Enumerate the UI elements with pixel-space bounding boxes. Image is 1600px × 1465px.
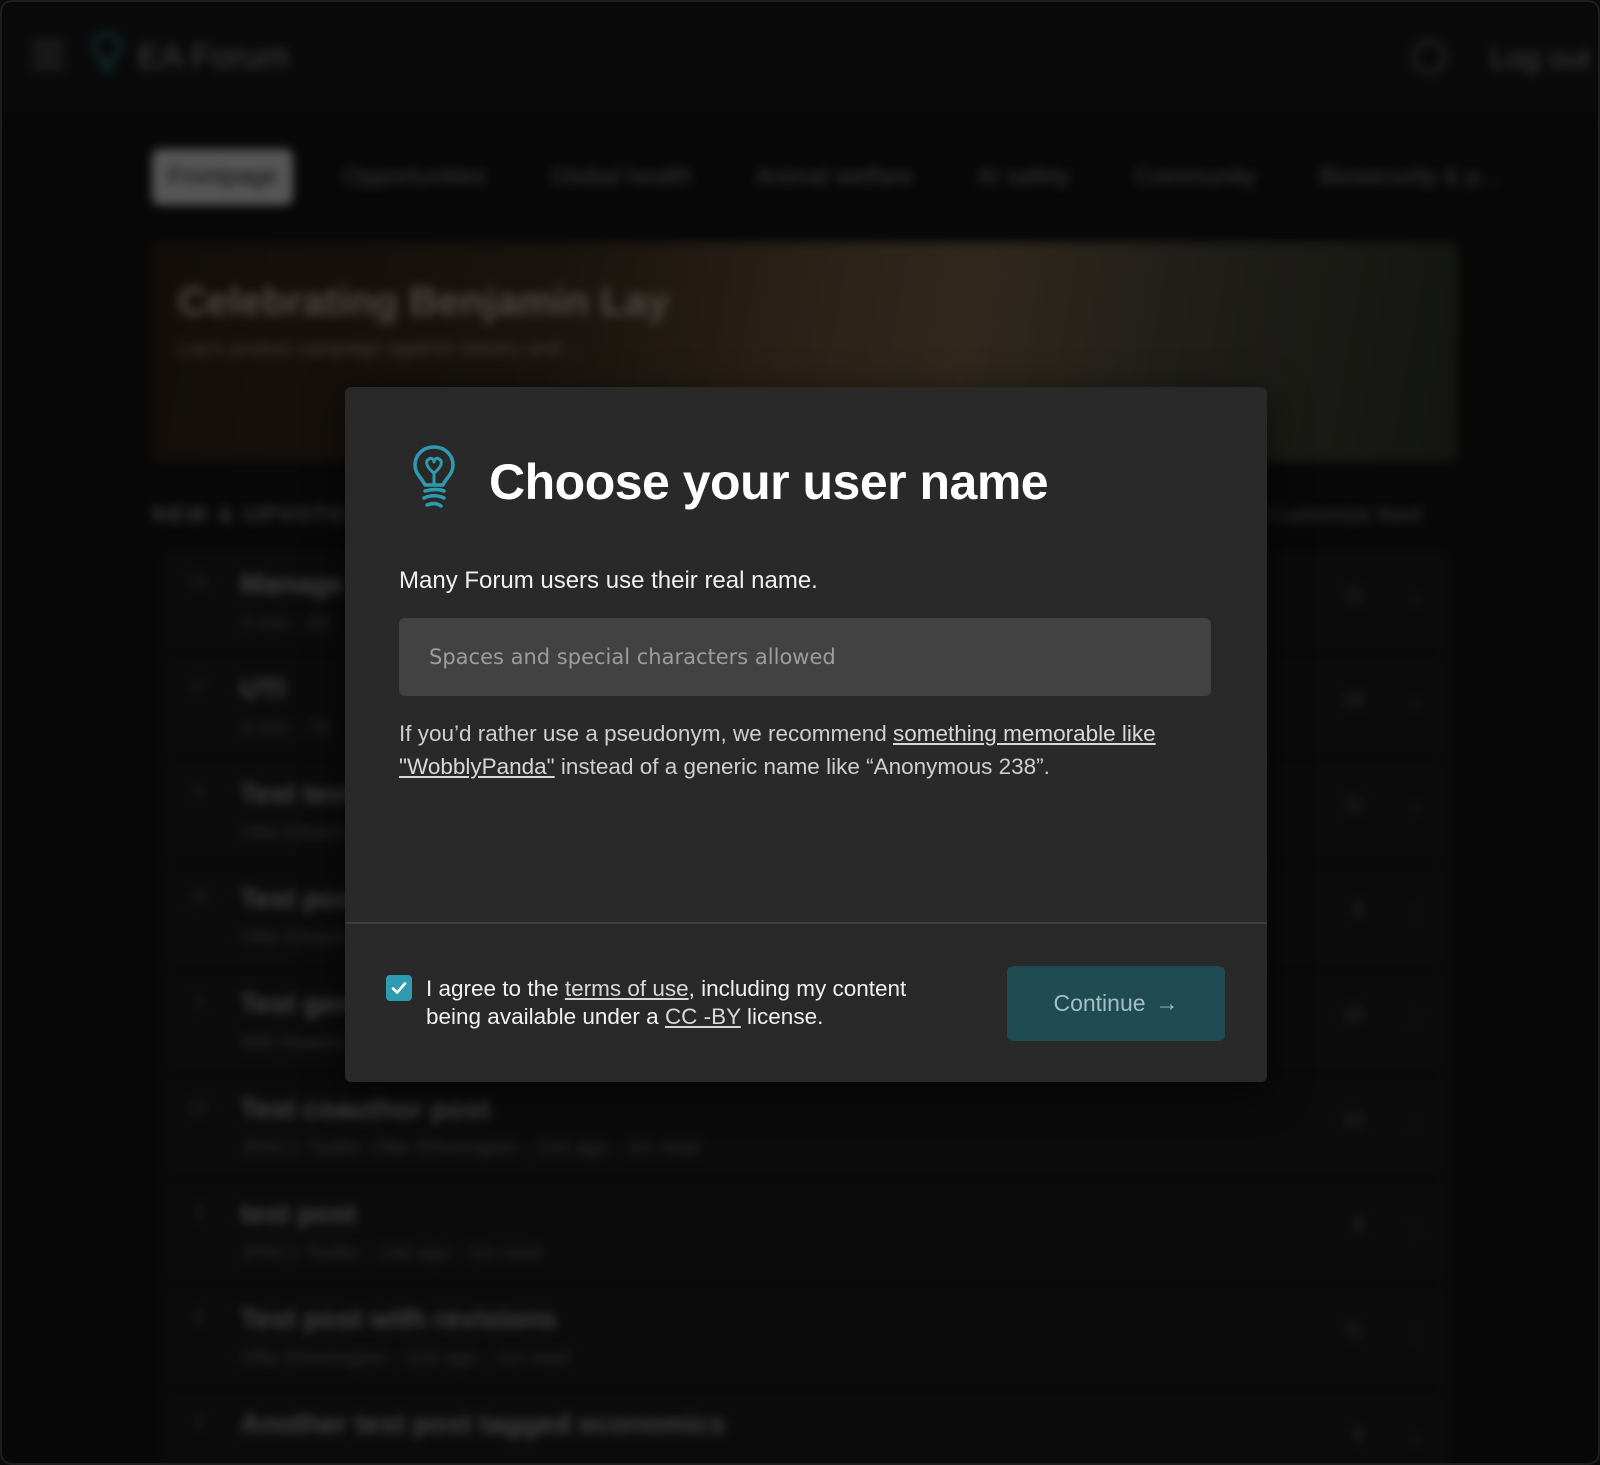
lightbulb-heart-icon [413,445,455,508]
continue-button[interactable]: Continue → [1007,966,1225,1041]
hint-suffix: instead of a generic name like “Anonymou… [554,754,1050,779]
checkmark-icon [391,982,407,994]
continue-label: Continue [1053,990,1146,1016]
dialog-subtitle: Many Forum users use their real name. [399,567,818,594]
username-dialog: Choose your user name Many Forum users u… [345,387,1267,1082]
dialog-title: Choose your user name [489,454,1049,510]
terms-checkbox[interactable] [386,975,412,1001]
terms-agreement: I agree to the terms of use, including m… [426,975,966,1031]
terms-of-use-link[interactable]: terms of use [565,976,689,1001]
app-window: EA Forum Log out Frontpage Opportunities… [0,0,1600,1465]
arrow-right-icon: → [1155,990,1179,1016]
license-link[interactable]: CC -BY [665,1004,741,1029]
username-input[interactable] [399,618,1211,696]
agree-text-1: I agree to the [426,976,565,1001]
footer-divider [345,922,1267,924]
agree-text-3: license. [740,1004,824,1029]
hint-prefix: If you’d rather use a pseudonym, we reco… [399,721,894,746]
pseudonym-hint: If you’d rather use a pseudonym, we reco… [399,717,1219,783]
